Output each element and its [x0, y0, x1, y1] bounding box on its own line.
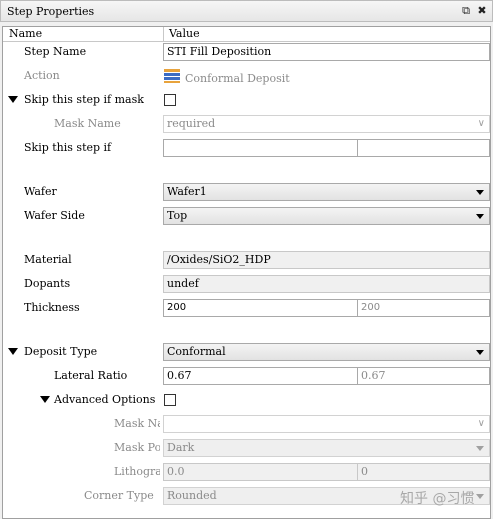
mask-name-placeholder: required	[167, 117, 216, 130]
skip-if-mask-checkbox[interactable]	[164, 94, 176, 106]
mask-polarity-select[interactable]: Dark	[163, 439, 490, 457]
lateral-ratio-input[interactable]: 0.67	[163, 367, 358, 385]
adv-mask-name-select[interactable]: ∨	[163, 415, 490, 433]
mask-polarity-label: Mask Pol	[114, 441, 160, 454]
column-divider[interactable]	[163, 27, 164, 41]
dropdown-arrow-icon	[476, 350, 484, 355]
corner-type-label: Corner Type	[84, 489, 154, 502]
material-label: Material	[24, 253, 72, 266]
action-label: Action	[24, 69, 60, 82]
collapse-arrow-icon[interactable]	[8, 96, 18, 103]
chevron-down-icon: ∨	[477, 118, 485, 129]
wafer-side-select[interactable]: Top	[163, 207, 490, 225]
mask-name-label: Mask Name	[54, 117, 121, 130]
properties-panel: Name Value Step Name STI Fill Deposition…	[2, 26, 491, 519]
skip-if-input-1[interactable]	[163, 139, 358, 157]
collapse-arrow-icon[interactable]	[40, 396, 50, 403]
dropdown-arrow-icon	[476, 494, 484, 499]
deposit-type-label: Deposit Type	[24, 345, 98, 358]
lithography-computed: 0	[357, 463, 490, 481]
adv-mask-name-label: Mask Nam	[114, 417, 160, 430]
material-field[interactable]: /Oxides/SiO2_HDP	[163, 251, 490, 269]
thickness-label: Thickness	[24, 301, 80, 314]
deposit-type-value: Conformal	[167, 345, 226, 358]
skip-if-input-2[interactable]	[357, 139, 490, 157]
window-titlebar: Step Properties ⧉ ✖	[0, 0, 493, 22]
lateral-ratio-label: Lateral Ratio	[54, 369, 128, 382]
skip-if-label: Skip this step if	[24, 141, 112, 154]
wafer-side-value: Top	[167, 209, 188, 222]
step-name-input[interactable]: STI Fill Deposition	[163, 43, 490, 61]
advanced-options-checkbox[interactable]	[164, 394, 176, 406]
column-header-name[interactable]: Name	[5, 27, 42, 41]
advanced-options-label: Advanced Options	[54, 393, 156, 406]
float-icon[interactable]: ⧉	[459, 4, 473, 18]
skip-if-mask-label: Skip this step if mask	[24, 93, 144, 106]
lateral-ratio-computed: 0.67	[357, 367, 490, 385]
wafer-side-label: Wafer Side	[24, 209, 85, 222]
wafer-value: Wafer1	[167, 185, 207, 198]
mask-name-select[interactable]: required ∨	[163, 115, 490, 133]
action-value: Conformal Deposit	[185, 72, 290, 85]
wafer-select[interactable]: Wafer1	[163, 183, 490, 201]
dropdown-arrow-icon	[476, 446, 484, 451]
window-title: Step Properties	[7, 5, 95, 18]
mask-polarity-value: Dark	[167, 441, 195, 454]
deposit-type-select[interactable]: Conformal	[163, 343, 490, 361]
dropdown-arrow-icon	[476, 214, 484, 219]
column-header-value[interactable]: Value	[165, 27, 200, 41]
step-name-label: Step Name	[24, 45, 87, 58]
thickness-input[interactable]: 200	[163, 299, 358, 317]
header-divider	[3, 41, 490, 42]
layer-stack-icon	[164, 69, 180, 83]
lithography-label: Lithogra	[114, 465, 160, 478]
wafer-label: Wafer	[24, 185, 57, 198]
close-icon[interactable]: ✖	[475, 4, 489, 18]
dopants-label: Dopants	[24, 277, 71, 290]
thickness-computed: 200	[357, 299, 490, 317]
corner-type-value: Rounded	[167, 489, 217, 502]
collapse-arrow-icon[interactable]	[8, 348, 18, 355]
watermark: 知乎 @习惯	[400, 491, 475, 507]
dopants-field[interactable]: undef	[163, 275, 490, 293]
lithography-input[interactable]: 0.0	[163, 463, 358, 481]
chevron-down-icon: ∨	[477, 418, 485, 429]
dropdown-arrow-icon	[476, 190, 484, 195]
